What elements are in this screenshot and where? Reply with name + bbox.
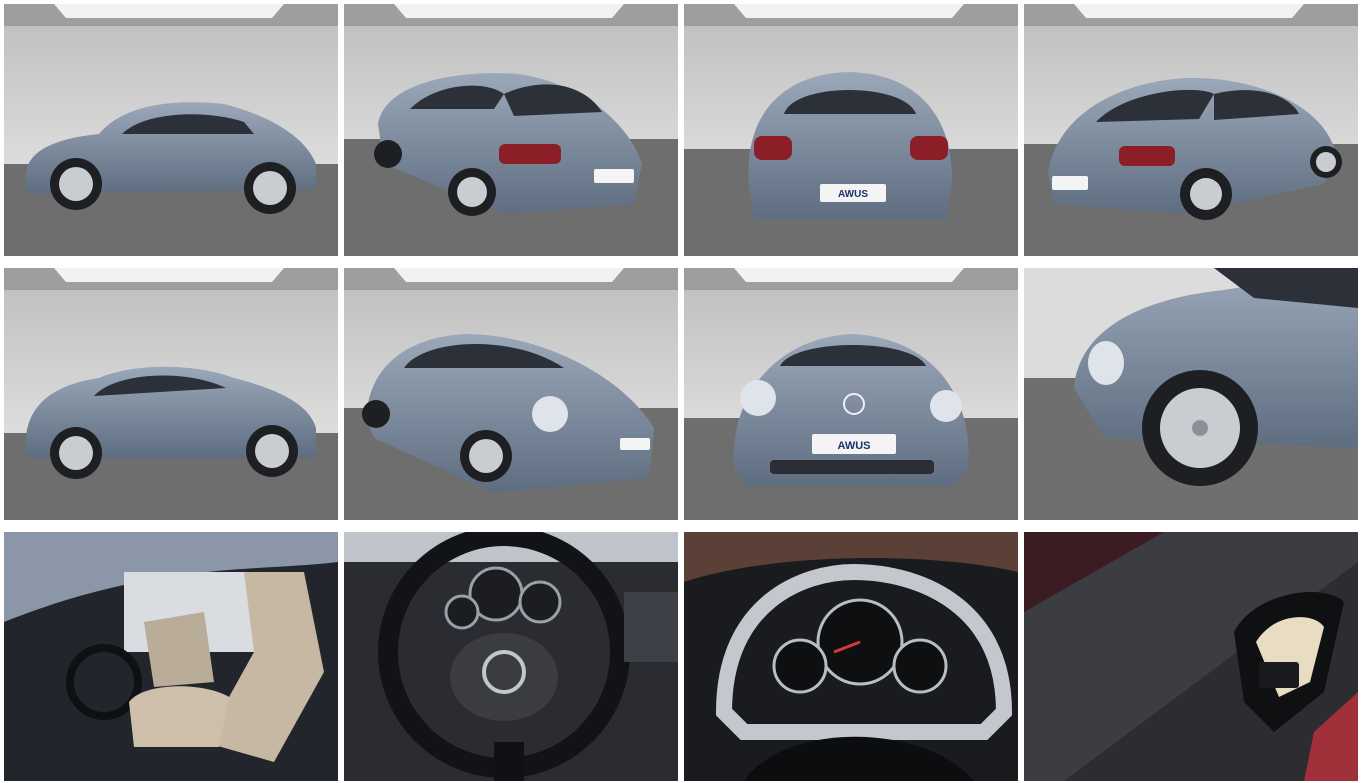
car-side-right-image [4, 268, 338, 520]
car-rear-three-quarter-right-image [1024, 4, 1358, 256]
car-rear-three-quarter-left-image [344, 4, 678, 256]
rear-plate-text: AWUS [838, 189, 868, 200]
interior-seats-image [4, 532, 338, 781]
front-plate-text: AWUS [838, 440, 871, 452]
photo-rear-three-quarter-right[interactable] [1024, 4, 1358, 256]
photo-front-wheel-closeup[interactable] [1024, 268, 1358, 520]
photo-front-three-quarter-left[interactable] [344, 268, 678, 520]
photo-door-handle[interactable] [1024, 532, 1358, 781]
car-side-left-image [4, 4, 338, 256]
photo-front[interactable]: AWUS [684, 268, 1018, 520]
photo-side-left[interactable] [4, 4, 338, 256]
photo-interior-seats[interactable] [4, 532, 338, 781]
steering-wheel-image [344, 532, 678, 781]
car-front-three-quarter-left-image [344, 268, 678, 520]
door-handle-image [1024, 532, 1358, 781]
instrument-cluster-image [684, 532, 1018, 781]
photo-rear-three-quarter-left[interactable] [344, 4, 678, 256]
front-wheel-closeup-image [1024, 268, 1358, 520]
car-rear-image: AWUS [684, 4, 1018, 256]
photo-side-right[interactable] [4, 268, 338, 520]
photo-rear[interactable]: AWUS [684, 4, 1018, 256]
photo-gallery: AWUS AWUS [0, 0, 1365, 783]
photo-instrument-cluster[interactable] [684, 532, 1018, 781]
photo-steering-wheel[interactable] [344, 532, 678, 781]
car-front-image: AWUS [684, 268, 1018, 520]
